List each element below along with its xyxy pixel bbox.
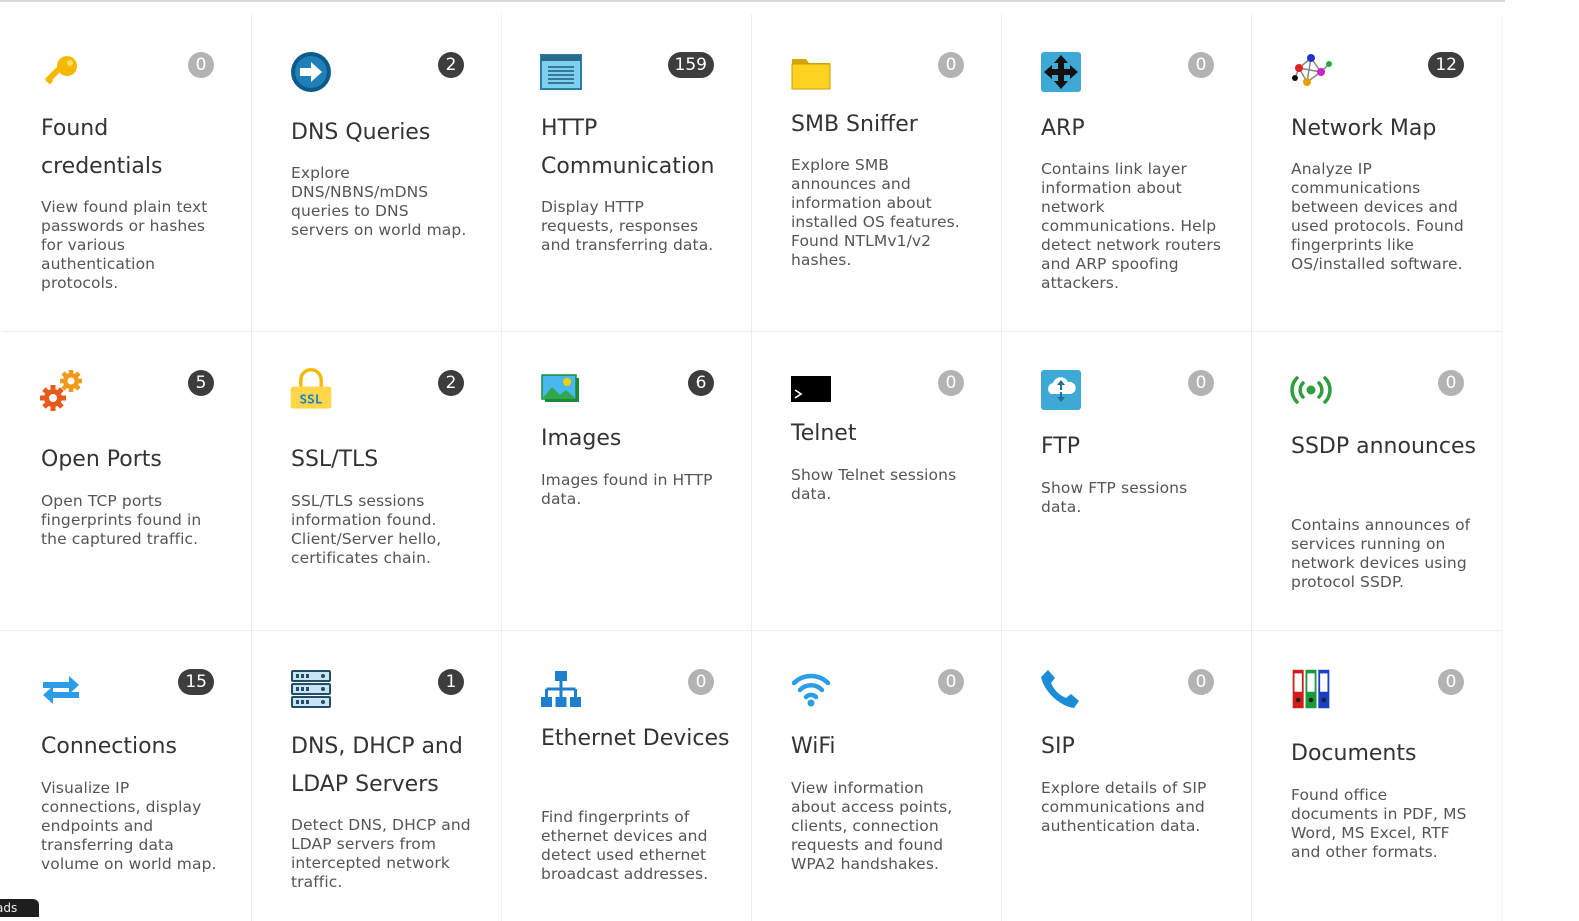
image-icon: [539, 368, 583, 412]
move-arrows-icon: [1039, 50, 1083, 94]
tile-found-credentials[interactable]: 0 Found credentials View found plain text …: [2, 14, 252, 332]
tile-description: Explore SMB announces and information ab…: [791, 156, 960, 269]
tile-title[interactable]: Network Map: [1291, 110, 1481, 148]
tile-description: Analyze IP communications between device…: [1291, 160, 1464, 273]
tile-http-communication[interactable]: 159 HTTP Communication Display HTTP reques…: [502, 14, 752, 332]
tile-title[interactable]: WiFi: [791, 728, 981, 766]
feature-grid: 0 Found credentials View found plain text …: [2, 14, 1504, 921]
tile-title[interactable]: Open Ports: [41, 441, 231, 479]
tile-description: View found plain text passwords or hashe…: [41, 198, 208, 292]
tile-title[interactable]: FTP: [1041, 428, 1231, 466]
gears-icon: [39, 368, 83, 412]
tile-title[interactable]: Connections: [41, 728, 231, 766]
tile-description: View information about access points, cl…: [791, 779, 953, 873]
corner-tab[interactable]: ads: [0, 899, 39, 917]
tile-description: SSL/TLS sessions information found. Clie…: [291, 492, 442, 567]
count-badge: 2: [438, 370, 464, 396]
count-badge: 0: [1438, 370, 1464, 396]
ssl-lock-icon: SSL: [289, 368, 333, 412]
tile-dns-queries[interactable]: 2 DNS Queries Explore DNS/NBNS/mDNS querie…: [252, 14, 502, 332]
count-badge: 0: [938, 370, 964, 396]
tile-connections[interactable]: 15 Connections Visualize IP connections, d…: [2, 631, 252, 921]
tile-ssdp-announces[interactable]: 0 SSDP announces Contains announces of ser…: [1252, 332, 1502, 631]
tile-title[interactable]: ARP: [1041, 110, 1231, 148]
wifi-icon: [789, 667, 833, 711]
top-divider: [0, 0, 1505, 2]
binders-icon: [1289, 667, 1333, 711]
arrow-circle-icon: [289, 50, 333, 94]
tile-title[interactable]: SIP: [1041, 728, 1231, 766]
tile-title[interactable]: SSDP announces: [1291, 428, 1481, 466]
count-badge: 5: [188, 370, 214, 396]
count-badge: 0: [688, 669, 714, 695]
svg-text:SSL: SSL: [300, 392, 323, 407]
count-badge: 12: [1428, 52, 1464, 78]
tile-wifi[interactable]: 0 WiFi View information about access point…: [752, 631, 1002, 921]
tile-sip[interactable]: 0 SIP Explore details of SIP communication…: [1002, 631, 1252, 921]
tile-title[interactable]: SMB Sniffer: [791, 106, 981, 144]
terminal-icon: [789, 368, 833, 412]
count-badge: 0: [1188, 370, 1214, 396]
tile-documents[interactable]: 0 Documents Found office documents in PDF,…: [1252, 631, 1502, 921]
ethernet-topology-icon: [539, 667, 583, 711]
key-icon: [39, 50, 83, 94]
tile-telnet[interactable]: 0 Telnet Show Telnet sessions data.: [752, 332, 1002, 631]
tile-dns-dhcp-and-ldap-servers[interactable]: 1 DNS, DHCP and LDAP Servers Detect DNS, D…: [252, 631, 502, 921]
phone-icon: [1039, 667, 1083, 711]
tile-description: Contains link layer information about ne…: [1041, 160, 1221, 292]
tile-title[interactable]: Found credentials: [41, 110, 231, 186]
count-badge: 0: [938, 669, 964, 695]
tile-description: Contains announces of services running o…: [1291, 516, 1471, 591]
count-badge: 0: [1438, 669, 1464, 695]
server-rack-icon: [289, 667, 333, 711]
tile-description: Found office documents in PDF, MS Word, …: [1291, 786, 1467, 861]
count-badge: 0: [1188, 669, 1214, 695]
count-badge: 15: [178, 669, 214, 695]
tile-ethernet-devices[interactable]: 0 Ethernet Devices Find fingerprints of et…: [502, 631, 752, 921]
count-badge: 6: [688, 370, 714, 396]
count-badge: 0: [938, 52, 964, 78]
folder-icon: [789, 50, 833, 94]
tile-description: Open TCP ports fingerprints found in the…: [41, 492, 202, 548]
tile-description: Show FTP sessions data.: [1041, 479, 1188, 516]
tile-description: Visualize IP connections, display endpoi…: [41, 779, 217, 873]
tile-description: Find fingerprints of ethernet devices an…: [541, 808, 709, 883]
count-badge: 2: [438, 52, 464, 78]
tile-smb-sniffer[interactable]: 0 SMB Sniffer Explore SMB announces and in…: [752, 14, 1002, 332]
count-badge: 0: [188, 52, 214, 78]
count-badge: 1: [438, 669, 464, 695]
tile-description: Explore DNS/NBNS/mDNS queries to DNS ser…: [291, 164, 467, 239]
count-badge: 159: [667, 52, 714, 78]
broadcast-icon: [1289, 368, 1333, 412]
tile-images[interactable]: 6 Images Images found in HTTP data.: [502, 332, 752, 631]
count-badge: 0: [1188, 52, 1214, 78]
tile-title[interactable]: Images: [541, 420, 731, 458]
tile-description: Images found in HTTP data.: [541, 471, 713, 508]
tile-title[interactable]: DNS Queries: [291, 114, 481, 152]
tile-title[interactable]: Telnet: [791, 415, 981, 453]
swap-arrows-icon: [39, 667, 83, 711]
tile-open-ports[interactable]: 5 Open Ports Open TCP ports fingerprints f…: [2, 332, 252, 631]
tile-description: Explore details of SIP communications an…: [1041, 779, 1207, 835]
tile-description: Show Telnet sessions data.: [791, 466, 957, 503]
tile-ssl-tls[interactable]: SSL 2 SSL/TLS SSL/TLS sessions information …: [252, 332, 502, 631]
cloud-transfer-icon: [1039, 368, 1083, 412]
browser-window-icon: [539, 50, 583, 94]
tile-ftp[interactable]: 0 FTP Show FTP sessions data.: [1002, 332, 1252, 631]
tile-title[interactable]: Documents: [1291, 735, 1481, 773]
tile-title[interactable]: DNS, DHCP and LDAP Servers: [291, 728, 481, 804]
tile-title[interactable]: HTTP Communication: [541, 110, 731, 186]
tile-description: Detect DNS, DHCP and LDAP servers from i…: [291, 816, 471, 891]
tile-arp[interactable]: 0 ARP Contains link layer information abou…: [1002, 14, 1252, 332]
tile-description: Display HTTP requests, responses and tra…: [541, 198, 714, 254]
tile-title[interactable]: SSL/TLS: [291, 441, 481, 479]
tile-network-map[interactable]: 12 Network Map Analyze IP communications b…: [1252, 14, 1502, 332]
network-graph-icon: [1289, 50, 1333, 94]
tile-title[interactable]: Ethernet Devices: [541, 720, 731, 758]
